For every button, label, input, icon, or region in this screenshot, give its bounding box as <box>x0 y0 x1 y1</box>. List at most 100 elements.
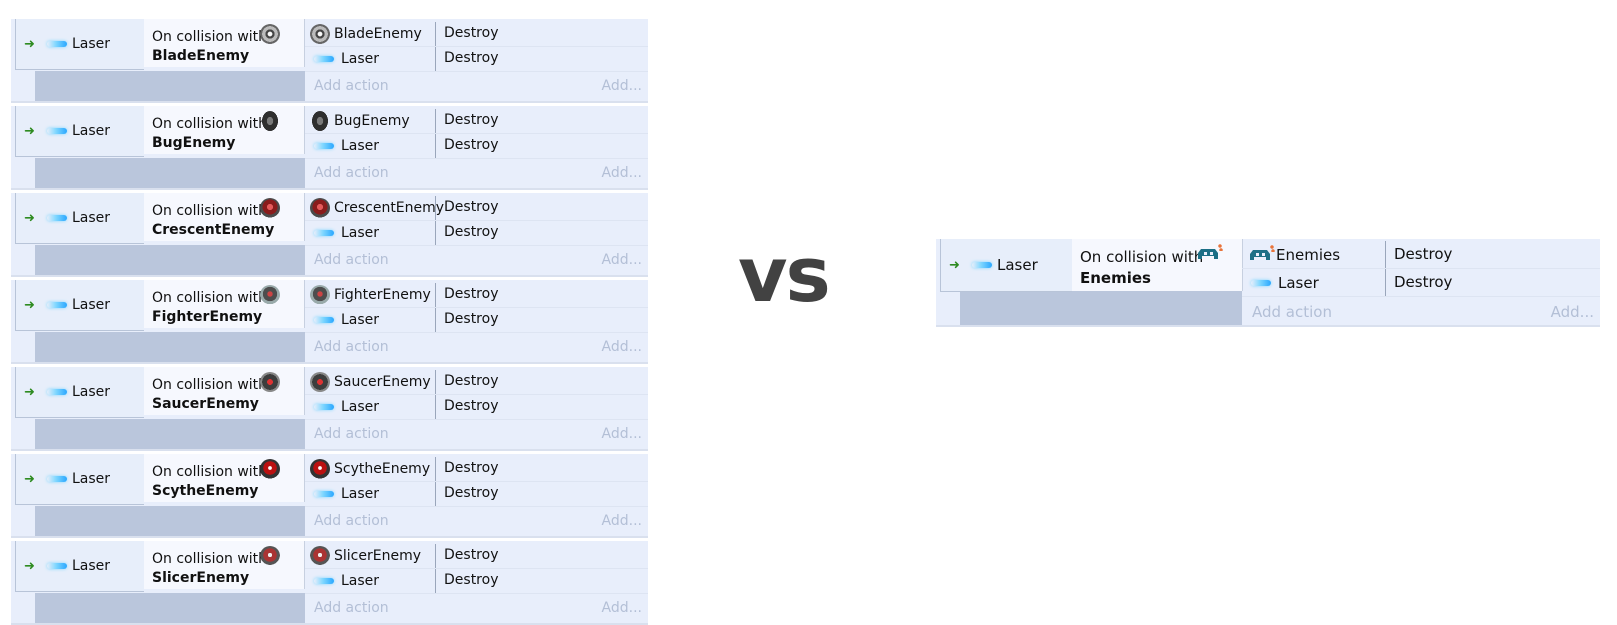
condition-area-empty[interactable] <box>35 71 305 101</box>
condition-area-empty[interactable] <box>35 332 305 362</box>
add-more-link[interactable]: Add... <box>602 252 642 268</box>
action-row[interactable]: Laser Destroy <box>305 395 648 420</box>
action-row[interactable]: Laser Destroy <box>305 134 648 159</box>
action-row[interactable]: Laser Destroy <box>305 47 648 72</box>
add-action-link[interactable]: Add action <box>314 426 389 442</box>
action-object-cell[interactable]: SaucerEnemy <box>305 370 436 394</box>
condition-object-cell[interactable]: ➜ Laser <box>15 106 144 157</box>
add-action-row[interactable]: Add action Add... <box>305 247 648 273</box>
add-action-link[interactable]: Add action <box>314 165 389 181</box>
condition-trigger-cell[interactable]: On collision with BladeEnemy <box>144 19 305 67</box>
action-name[interactable]: Destroy <box>444 460 498 476</box>
condition-area-empty[interactable] <box>35 245 305 275</box>
action-name[interactable]: Destroy <box>444 112 498 128</box>
action-row[interactable]: BladeEnemy Destroy <box>305 22 648 47</box>
event-block[interactable]: ➜ Laser On collision with CrescentEnemy … <box>11 193 648 277</box>
add-more-link[interactable]: Add... <box>602 165 642 181</box>
action-row[interactable]: Laser Destroy <box>1242 269 1600 297</box>
action-row[interactable]: Enemies Destroy <box>1242 241 1600 269</box>
action-object-cell[interactable]: Laser <box>305 47 436 71</box>
add-action-row[interactable]: Add action Add... <box>305 160 648 186</box>
add-action-link[interactable]: Add action <box>314 513 389 529</box>
action-name[interactable]: Destroy <box>444 547 498 563</box>
action-row[interactable]: Laser Destroy <box>305 482 648 507</box>
condition-area-empty[interactable] <box>35 419 305 449</box>
action-name[interactable]: Destroy <box>444 485 498 501</box>
action-object-cell[interactable]: Laser <box>305 308 436 332</box>
action-object-cell[interactable]: Laser <box>305 482 436 506</box>
action-row[interactable]: FighterEnemy Destroy <box>305 283 648 308</box>
action-row[interactable]: Laser Destroy <box>305 221 648 246</box>
add-action-row[interactable]: Add action Add... <box>305 334 648 360</box>
action-object-cell[interactable]: CrescentEnemy <box>305 196 444 220</box>
condition-object-cell[interactable]: ➜ Laser <box>15 280 144 331</box>
condition-area-empty[interactable] <box>35 593 305 623</box>
add-action-link[interactable]: Add action <box>314 339 389 355</box>
condition-trigger-cell[interactable]: On collision with SaucerEnemy <box>144 367 305 415</box>
action-row[interactable]: SaucerEnemy Destroy <box>305 370 648 395</box>
condition-object-cell[interactable]: ➜ Laser <box>15 454 144 505</box>
condition-trigger-cell[interactable]: On collision with ScytheEnemy <box>144 454 305 502</box>
condition-trigger-cell[interactable]: On collision with BugEnemy <box>144 106 305 154</box>
action-name[interactable]: Destroy <box>444 572 498 588</box>
action-object-cell[interactable]: ScytheEnemy <box>305 457 436 481</box>
condition-trigger-cell[interactable]: On collision with SlicerEnemy <box>144 541 305 589</box>
action-name[interactable]: Destroy <box>444 137 498 153</box>
condition-object-cell[interactable]: ➜ Laser <box>940 239 1072 292</box>
action-object-cell[interactable]: Laser <box>305 569 436 593</box>
condition-trigger-cell[interactable]: On collision with CrescentEnemy <box>144 193 305 241</box>
action-name[interactable]: Destroy <box>444 286 498 302</box>
action-name[interactable]: Destroy <box>1394 273 1452 291</box>
condition-area-empty[interactable] <box>35 506 305 536</box>
condition-object-cell[interactable]: ➜ Laser <box>15 19 144 70</box>
action-name[interactable]: Destroy <box>444 199 498 215</box>
action-name[interactable]: Destroy <box>444 25 498 41</box>
event-block[interactable]: ➜ Laser On collision with SlicerEnemy Sl… <box>11 541 648 625</box>
add-action-row[interactable]: Add action Add... <box>305 508 648 534</box>
action-object-cell[interactable]: Laser <box>305 221 436 245</box>
add-more-link[interactable]: Add... <box>602 78 642 94</box>
add-more-link[interactable]: Add... <box>602 513 642 529</box>
event-block[interactable]: ➜ Laser On collision with BladeEnemy Bla… <box>11 19 648 103</box>
action-object-cell[interactable]: Laser <box>305 134 436 158</box>
condition-trigger-cell[interactable]: On collision with Enemies <box>1072 239 1243 291</box>
action-name[interactable]: Destroy <box>444 398 498 414</box>
action-object-cell[interactable]: BugEnemy <box>305 109 436 133</box>
action-object-cell[interactable]: Enemies <box>1242 241 1386 268</box>
add-action-link[interactable]: Add action <box>314 252 389 268</box>
action-row[interactable]: Laser Destroy <box>305 308 648 333</box>
action-object-cell[interactable]: FighterEnemy <box>305 283 436 307</box>
condition-area-empty[interactable] <box>960 291 1242 325</box>
action-object-cell[interactable]: SlicerEnemy <box>305 544 436 568</box>
action-row[interactable]: Laser Destroy <box>305 569 648 594</box>
action-name[interactable]: Destroy <box>1394 245 1452 263</box>
add-action-row[interactable]: Add action Add... <box>305 421 648 447</box>
add-more-link[interactable]: Add... <box>602 426 642 442</box>
add-more-link[interactable]: Add... <box>602 339 642 355</box>
condition-object-cell[interactable]: ➜ Laser <box>15 541 144 592</box>
action-name[interactable]: Destroy <box>444 373 498 389</box>
action-name[interactable]: Destroy <box>444 224 498 240</box>
add-action-link[interactable]: Add action <box>314 78 389 94</box>
action-name[interactable]: Destroy <box>444 311 498 327</box>
event-block[interactable]: ➜ Laser On collision with BugEnemy BugEn… <box>11 106 648 190</box>
add-more-link[interactable]: Add... <box>602 600 642 616</box>
condition-object-cell[interactable]: ➜ Laser <box>15 367 144 418</box>
add-action-row[interactable]: Add action Add... <box>305 595 648 621</box>
condition-object-cell[interactable]: ➜ Laser <box>15 193 144 244</box>
condition-trigger-cell[interactable]: On collision with FighterEnemy <box>144 280 305 328</box>
event-block[interactable]: ➜ Laser On collision with SaucerEnemy Sa… <box>11 367 648 451</box>
event-block[interactable]: ➜ Laser On collision with FighterEnemy F… <box>11 280 648 364</box>
add-action-link[interactable]: Add action <box>314 600 389 616</box>
action-row[interactable]: ScytheEnemy Destroy <box>305 457 648 482</box>
action-row[interactable]: BugEnemy Destroy <box>305 109 648 134</box>
action-object-cell[interactable]: Laser <box>305 395 436 419</box>
action-row[interactable]: SlicerEnemy Destroy <box>305 544 648 569</box>
action-object-cell[interactable]: Laser <box>1242 269 1386 296</box>
event-block-family[interactable]: ➜ Laser On collision with Enemies Enemie… <box>936 239 1600 327</box>
action-name[interactable]: Destroy <box>444 50 498 66</box>
event-block[interactable]: ➜ Laser On collision with ScytheEnemy Sc… <box>11 454 648 538</box>
add-action-row[interactable]: Add action Add... <box>1242 297 1600 323</box>
action-row[interactable]: CrescentEnemy Destroy <box>305 196 648 221</box>
action-object-cell[interactable]: BladeEnemy <box>305 22 436 46</box>
